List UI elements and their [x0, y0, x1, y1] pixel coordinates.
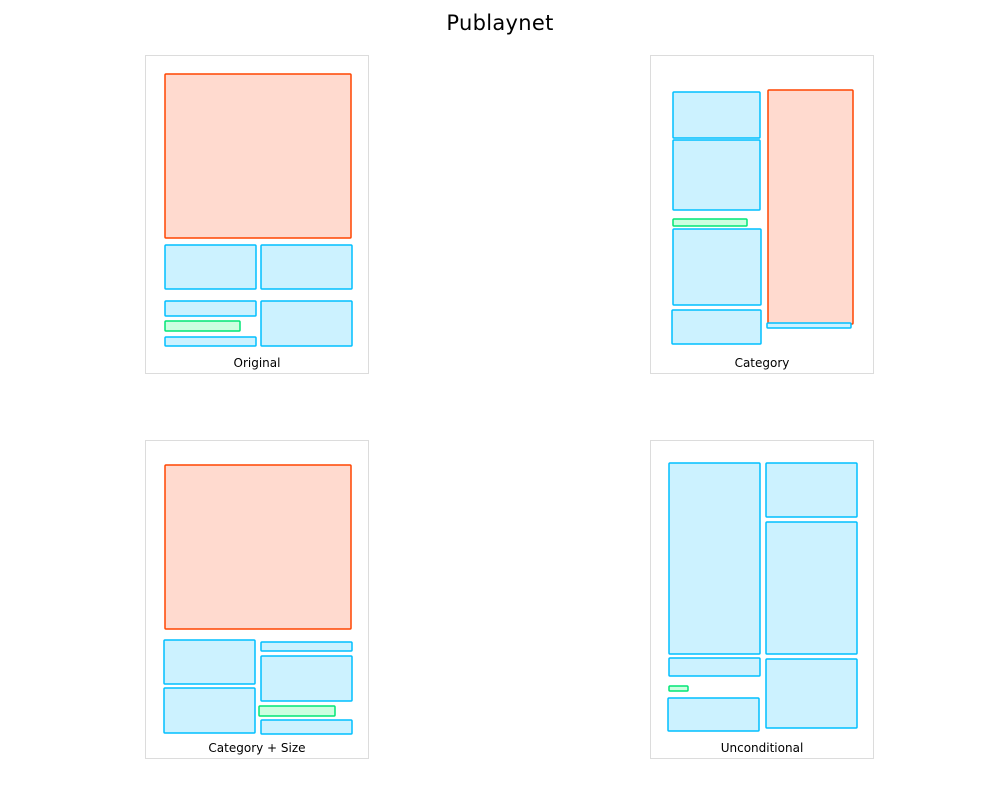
panel-label-unconditional: Unconditional [720, 741, 804, 755]
text-box [766, 322, 852, 329]
text-box [672, 139, 761, 211]
panel-original: Original [145, 55, 369, 374]
text-box [260, 244, 353, 290]
text-box [260, 300, 353, 347]
text-box [671, 309, 762, 345]
text-box [163, 687, 256, 734]
panel-category-size: Category + Size [145, 440, 369, 759]
text-box [164, 336, 257, 347]
text-box [668, 462, 761, 655]
panel-label-category-size: Category + Size [208, 741, 306, 755]
text-box [765, 521, 858, 655]
text-box [765, 658, 858, 729]
text-box [260, 719, 353, 735]
figure-title: Publaynet [446, 11, 554, 35]
figure-box [164, 464, 352, 630]
text-box [164, 300, 257, 317]
layout-canvas-original [164, 73, 353, 347]
title-box [672, 218, 748, 227]
text-box [667, 697, 760, 732]
text-box [765, 462, 858, 518]
title-box [668, 685, 689, 692]
figure-canvas: Publaynet Original Category Category + S… [0, 0, 1000, 800]
panel-label-category: Category [734, 356, 790, 370]
layout-canvas-category [671, 89, 854, 345]
title-box [258, 705, 336, 717]
panel-category: Category [650, 55, 874, 374]
panel-label-original: Original [233, 356, 281, 370]
title-box [164, 320, 241, 332]
figure-box [164, 73, 352, 239]
figure-box [767, 89, 854, 325]
text-box [164, 244, 257, 290]
text-box [672, 91, 761, 139]
text-box [260, 641, 353, 652]
layout-canvas-category-size [163, 464, 353, 735]
layout-canvas-unconditional [667, 462, 858, 732]
text-box [163, 639, 256, 685]
text-box [260, 655, 353, 702]
text-box [668, 657, 761, 677]
panel-unconditional: Unconditional [650, 440, 874, 759]
text-box [672, 228, 762, 306]
